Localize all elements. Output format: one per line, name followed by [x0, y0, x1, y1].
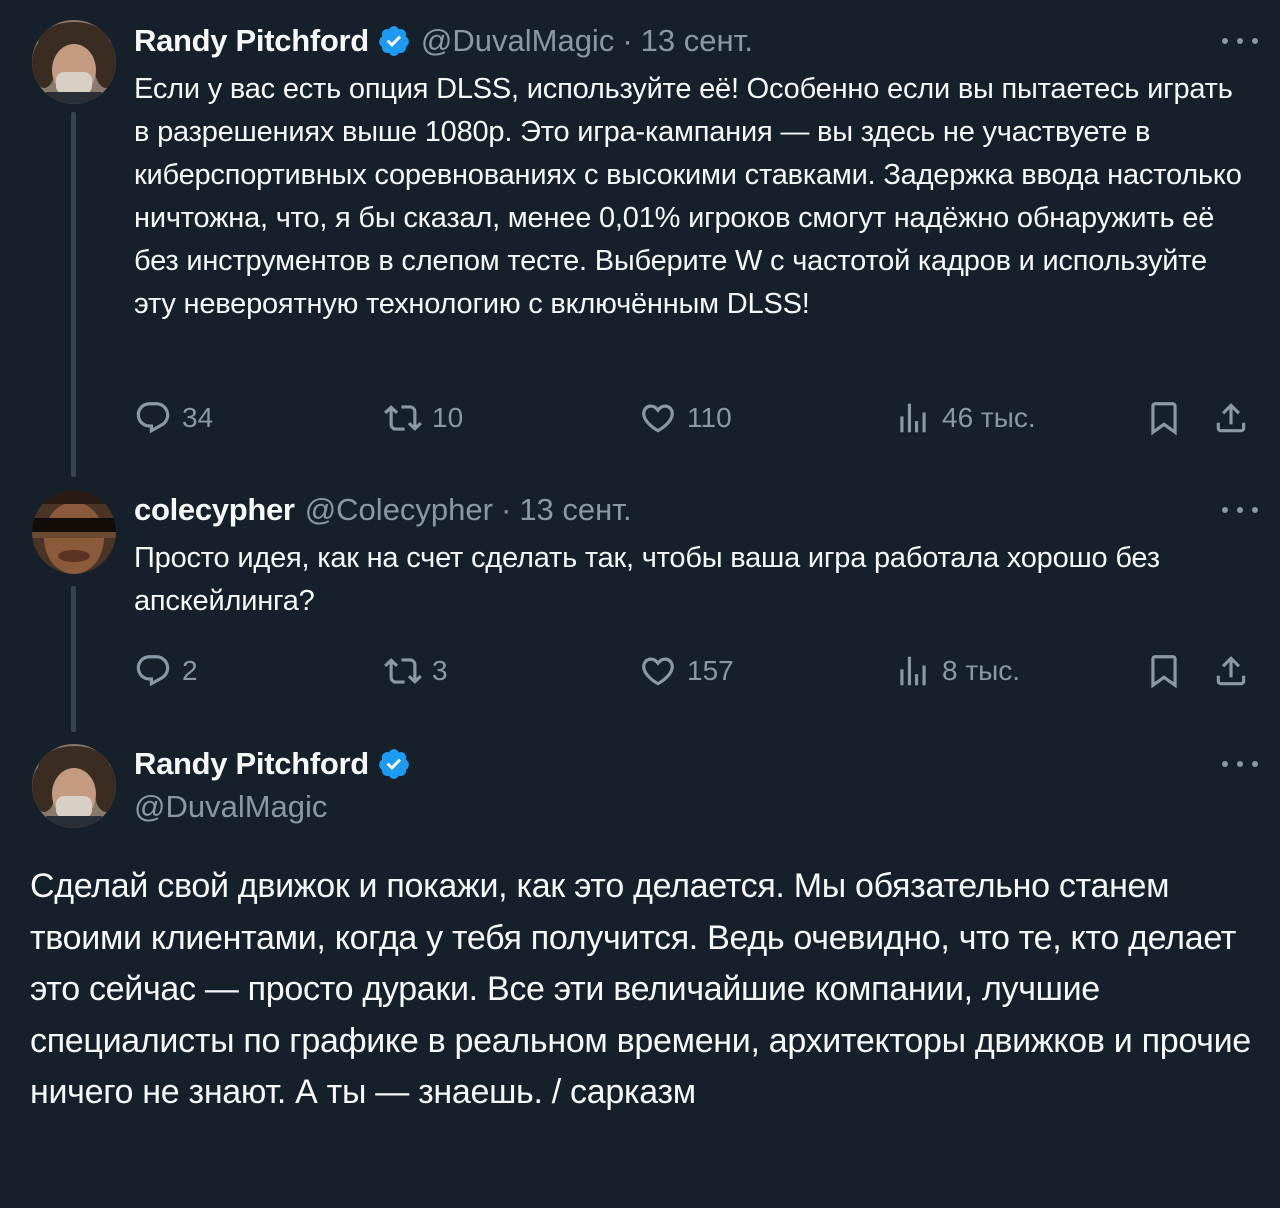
author-name[interactable]: Randy Pitchford — [134, 744, 369, 784]
retweet-button[interactable]: 3 — [384, 649, 448, 693]
more-icon[interactable] — [1222, 31, 1258, 51]
author-handle[interactable]: @DuvalMagic — [421, 21, 614, 61]
author-handle[interactable]: @Colecypher — [305, 490, 493, 530]
retweet-count: 3 — [432, 655, 448, 686]
tweet-header: Randy Pitchford @DuvalMagic · 13 сент. — [134, 21, 753, 61]
bookmark-icon — [1151, 402, 1177, 436]
tweet-header: colecypher @Colecypher · 13 сент. — [134, 490, 632, 530]
share-icon — [1216, 403, 1246, 433]
tweet-date[interactable]: 13 сент. — [641, 21, 753, 61]
more-icon[interactable] — [1222, 500, 1258, 520]
tweet-date[interactable]: 13 сент. — [519, 490, 631, 530]
retweet-count: 10 — [432, 402, 464, 433]
views-count: 46 тыс. — [942, 402, 1036, 433]
author-name[interactable]: Randy Pitchford — [134, 21, 369, 61]
retweet-button[interactable]: 10 — [384, 396, 463, 440]
more-icon[interactable] — [1222, 754, 1258, 774]
like-icon — [642, 657, 674, 686]
views-icon — [900, 656, 926, 686]
share-button[interactable] — [1212, 649, 1250, 693]
bookmark-icon — [1151, 655, 1177, 689]
like-icon — [642, 404, 674, 433]
main-tweet-text: Сделай свой движок и покажи, как это дел… — [30, 867, 1251, 1111]
reply-icon — [136, 402, 170, 434]
author-handle[interactable]: @DuvalMagic — [134, 787, 327, 827]
author-name[interactable]: colecypher — [134, 490, 295, 530]
tweet-text: Если у вас есть опция DLSS, используйте … — [134, 73, 1242, 320]
avatar[interactable] — [32, 20, 116, 104]
reply-count: 34 — [182, 402, 214, 433]
avatar[interactable] — [32, 744, 116, 828]
reply-button[interactable]: 2 — [134, 649, 198, 693]
bookmark-button[interactable] — [1145, 649, 1183, 693]
reply-button[interactable]: 34 — [134, 396, 213, 440]
like-count: 157 — [687, 655, 734, 686]
verified-icon — [377, 747, 411, 781]
reply-count: 2 — [182, 655, 198, 686]
like-button[interactable]: 110 — [639, 396, 732, 440]
action-bar: 2 3 157 8 тыс. — [134, 649, 1254, 693]
separator: · — [622, 23, 633, 58]
thread-line — [71, 586, 76, 732]
views-icon — [900, 403, 926, 433]
like-count: 110 — [687, 402, 732, 433]
share-icon — [1216, 656, 1246, 686]
reply-icon — [136, 655, 170, 687]
retweet-icon — [384, 658, 422, 684]
share-button[interactable] — [1212, 396, 1250, 440]
views-button[interactable]: 8 тыс. — [894, 649, 1020, 693]
retweet-icon — [384, 405, 422, 431]
tweet-text: Просто идея, как на счет сделать так, чт… — [134, 542, 1160, 617]
views-count: 8 тыс. — [942, 655, 1021, 686]
thread-line — [71, 112, 76, 477]
views-button[interactable]: 46 тыс. — [894, 396, 1036, 440]
avatar[interactable] — [32, 490, 116, 574]
like-button[interactable]: 157 — [639, 649, 734, 693]
separator: · — [500, 492, 512, 527]
tweet-handle-row: @DuvalMagic — [134, 787, 327, 827]
tweet-header: Randy Pitchford — [134, 744, 421, 784]
action-bar: 34 10 110 46 тыс. — [134, 396, 1254, 440]
verified-icon — [377, 24, 411, 58]
bookmark-button[interactable] — [1145, 396, 1183, 440]
